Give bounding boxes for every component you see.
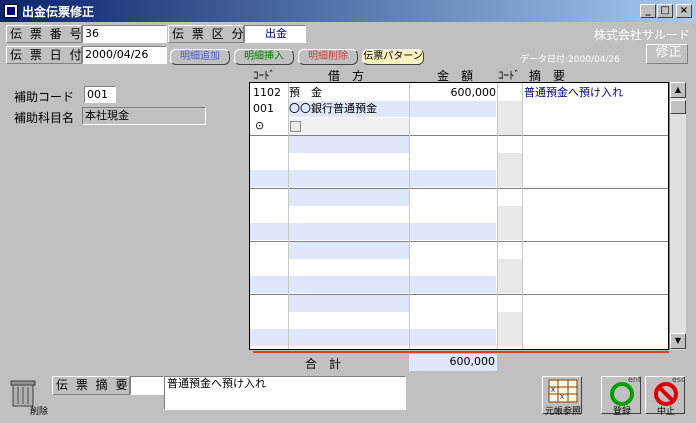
entry-code2[interactable] bbox=[498, 101, 522, 135]
insert-line-button[interactable]: 明細挿入 bbox=[234, 49, 294, 65]
cancel-label: 中止 bbox=[656, 407, 675, 417]
delete-label: 削除 bbox=[30, 407, 49, 417]
close-button[interactable]: × bbox=[676, 4, 692, 18]
slip-type-field[interactable]: 出金 bbox=[244, 25, 306, 43]
slip-number-field[interactable]: 36 bbox=[82, 25, 167, 43]
data-date: データ日付:2000/04/26 bbox=[520, 55, 620, 65]
entry-account[interactable]: 預 金 bbox=[289, 85, 409, 101]
entry-sub-code[interactable]: 001 bbox=[253, 101, 287, 117]
mode-indicator: 修正 bbox=[646, 44, 688, 64]
slip-memo-label: 伝 票 摘 要 bbox=[52, 376, 130, 395]
grid-block-5[interactable] bbox=[250, 295, 668, 349]
slip-type-label: 伝 票 区 分 bbox=[168, 25, 244, 43]
sub-code-field[interactable]: 001 bbox=[84, 86, 116, 103]
company-name: 株式会社サルード bbox=[593, 28, 690, 42]
delete-button[interactable]: 削除 bbox=[8, 378, 49, 417]
entry-memo[interactable]: 普通預金へ預け入れ bbox=[524, 85, 664, 101]
entry-amount[interactable]: 600,000 bbox=[410, 85, 497, 101]
scroll-up-icon[interactable]: ▲ bbox=[670, 82, 686, 98]
minimize-button[interactable]: _ bbox=[640, 4, 656, 18]
maximize-button[interactable]: □ bbox=[657, 4, 673, 18]
sub-code-label: 補助コード bbox=[14, 90, 75, 104]
window-title: 出金伝票修正 bbox=[22, 5, 95, 19]
svg-text:X: X bbox=[560, 394, 564, 401]
add-line-button[interactable]: 明細追加 bbox=[170, 49, 230, 65]
grid-block-4[interactable] bbox=[250, 242, 668, 294]
register-button[interactable]: ent 登録 bbox=[601, 375, 641, 417]
radio-icon[interactable]: ⊙ bbox=[255, 120, 267, 132]
col-line bbox=[288, 83, 289, 349]
slip-number-label: 伝 票 番 号 bbox=[6, 25, 82, 43]
total-divider bbox=[253, 351, 669, 353]
entry-sub-amount[interactable] bbox=[410, 101, 496, 117]
slip-date-label: 伝 票 日 付 bbox=[6, 46, 82, 64]
svg-text:X: X bbox=[551, 387, 555, 394]
slip-memo-code-field[interactable] bbox=[130, 376, 164, 395]
col-header-code2: ｺｰﾄﾞ bbox=[498, 69, 520, 82]
entry-sub-name[interactable]: 〇〇銀行普通預金 bbox=[289, 101, 409, 117]
col-line bbox=[522, 83, 523, 349]
slip-memo-text-field[interactable]: 普通預金へ預け入れ bbox=[164, 376, 406, 410]
total-amount: 600,000 bbox=[449, 355, 496, 368]
ledger-ref-button[interactable]: X X 元帳参照 bbox=[542, 376, 582, 417]
scroll-down-icon[interactable]: ▼ bbox=[670, 333, 686, 349]
app-icon bbox=[4, 4, 18, 18]
sub-name-field: 本社現金 bbox=[82, 107, 206, 125]
entry-row3 bbox=[289, 118, 409, 135]
grid-scrollbar[interactable]: ▲ ▼ bbox=[669, 82, 686, 350]
slip-pattern-button[interactable]: 伝票パターン bbox=[362, 49, 424, 65]
entry-code[interactable]: 1102 bbox=[253, 85, 287, 101]
col-header-code: ｺｰﾄﾞ bbox=[253, 69, 275, 82]
delete-line-button[interactable]: 明細削除 bbox=[298, 49, 358, 65]
col-line bbox=[497, 83, 498, 349]
sub-name-label: 補助科目名 bbox=[14, 111, 75, 125]
cancel-button[interactable]: esc 中止 bbox=[645, 375, 686, 417]
grid-block-2[interactable] bbox=[250, 136, 668, 188]
total-label: 合 計 bbox=[305, 357, 342, 371]
ledger-icon: X X bbox=[548, 379, 578, 403]
scroll-thumb[interactable] bbox=[670, 100, 686, 114]
slip-date-field[interactable]: 2000/04/26 bbox=[82, 46, 167, 64]
register-label: 登録 bbox=[612, 407, 631, 417]
journal-grid[interactable]: 1102 預 金 600,000 普通預金へ預け入れ 001 〇〇銀行普通預金 … bbox=[249, 82, 669, 350]
ledger-ref-label: 元帳参照 bbox=[544, 407, 581, 417]
col-line bbox=[409, 83, 410, 349]
grid-block-3[interactable] bbox=[250, 189, 668, 241]
title-bar: 出金伝票修正 _ □ × bbox=[0, 0, 696, 22]
